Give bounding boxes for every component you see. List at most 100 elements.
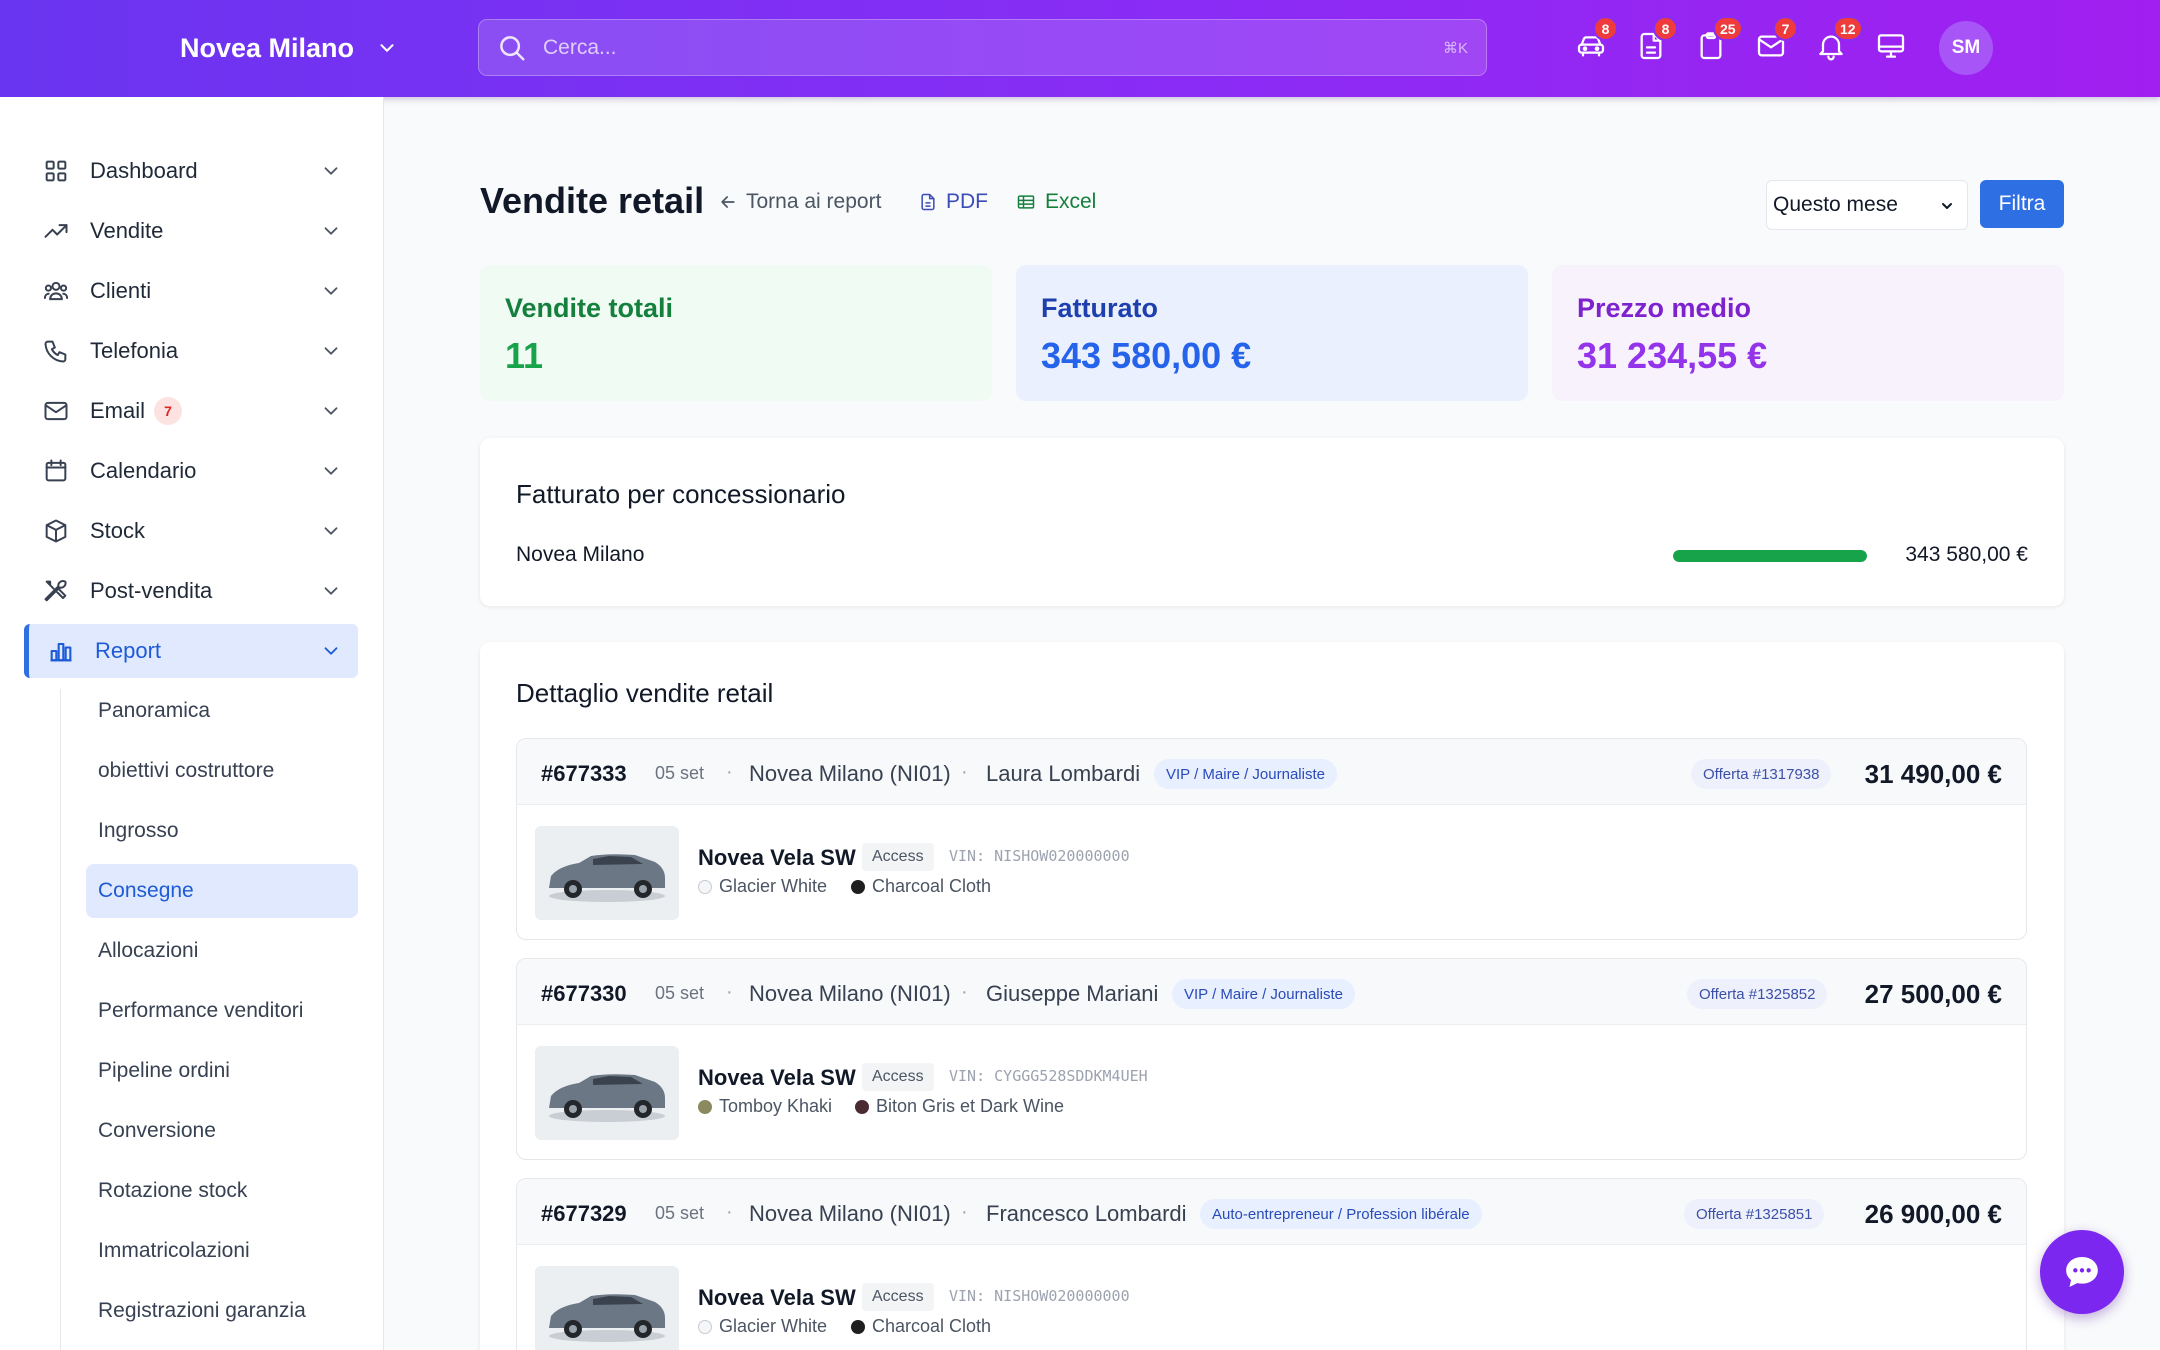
dealer-name: Novea Milano (516, 543, 645, 566)
excel-export-link[interactable]: Excel (1015, 190, 1096, 214)
display-button[interactable] (1875, 30, 1907, 62)
order-price: 31 490,00 € (1864, 759, 2002, 789)
chevron-down-icon (324, 287, 338, 295)
email-count-badge: 7 (154, 397, 182, 425)
stat-label: Fatturato (1041, 293, 1158, 323)
customer-category-tag: VIP / Maire / Journaliste (1154, 759, 1337, 789)
order-card[interactable]: #677330 05 set · Novea Milano (NI01) · G… (516, 958, 2027, 1160)
color-swatch (698, 1099, 712, 1114)
filter-button[interactable]: Filtra (1980, 180, 2064, 228)
subnav-item-rotazione-stock[interactable]: Rotazione stock (86, 1164, 358, 1218)
vehicle-model: Novea Vela SW (698, 1285, 856, 1310)
order-customer[interactable]: Laura Lombardi (986, 761, 1140, 787)
order-dealer: Novea Milano (NI01) (749, 1201, 951, 1226)
exterior-color-label: Glacier White (719, 876, 828, 896)
color-swatch (851, 1319, 865, 1334)
subnav-item-obiettivi-costruttore[interactable]: obiettivi costruttore (86, 744, 358, 798)
interior-color: Charcoal Cloth (851, 876, 991, 897)
search-icon (500, 35, 525, 60)
order-id[interactable]: #677329 (541, 1201, 627, 1227)
sidebar-item-email[interactable]: Email 7 (24, 384, 358, 438)
cars-button[interactable]: 8 (1575, 16, 1618, 62)
back-to-reports-link[interactable]: Torna ai report (718, 190, 881, 214)
monitor-icon (1877, 34, 1905, 58)
separator: · (961, 1201, 968, 1223)
offer-badge[interactable]: Offerta #1325851 (1684, 1199, 1825, 1229)
subnav-item-ingrosso[interactable]: Ingrosso (86, 804, 358, 858)
sidebar-item-stock[interactable]: Stock (24, 504, 358, 558)
subnav-item-panoramica[interactable]: Panoramica (86, 684, 358, 738)
chevron-down-icon (324, 347, 338, 355)
interior-color-label: Charcoal Cloth (872, 876, 992, 896)
color-swatch (851, 879, 865, 894)
subnav-item-consegne[interactable]: Consegne (86, 864, 358, 918)
order-id[interactable]: #677333 (541, 761, 627, 787)
chevron-down-icon (324, 407, 338, 415)
vin-text: VIN: NISHOW020000000 (949, 1287, 1130, 1305)
trim-badge: Access (862, 1283, 934, 1311)
offer-badge[interactable]: Offerta #1317938 (1691, 759, 1832, 789)
documents-button[interactable]: 8 (1635, 16, 1678, 62)
brand-name: Novea Milano (180, 32, 355, 63)
notifications-button[interactable]: 12 (1815, 16, 1863, 62)
subnav-item-performance-venditori[interactable]: Performance venditori (86, 984, 358, 1038)
subnav-item-registrazioni-garanzia[interactable]: Registrazioni garanzia (86, 1284, 358, 1338)
order-card[interactable]: #677329 05 set · Novea Milano (NI01) · F… (516, 1178, 2027, 1350)
dealer-switcher[interactable]: Novea Milano (180, 30, 398, 66)
cars-badge: 8 (1593, 16, 1618, 41)
customer-category-tag: VIP / Maire / Journaliste (1172, 979, 1355, 1009)
vin-text: VIN: CYGGG528SDDKM4UEH (949, 1067, 1148, 1085)
card-title: Fatturato per concessionario (516, 479, 846, 509)
car-image (549, 854, 665, 902)
interior-color-label: Charcoal Cloth (872, 1316, 992, 1336)
chevron-down-icon (324, 467, 338, 475)
separator: · (726, 981, 733, 1003)
file-icon (921, 193, 935, 211)
tasks-button[interactable]: 25 (1695, 16, 1743, 62)
sidebar-item-label: Clienti (90, 278, 152, 303)
trending-up-icon (44, 224, 68, 238)
separator: · (961, 981, 968, 1003)
sidebar-item-telefonia[interactable]: Telefonia (24, 324, 358, 378)
sidebar-item-clienti[interactable]: Clienti (24, 264, 358, 318)
sidebar-item-calendario[interactable]: Calendario (24, 444, 358, 498)
order-id[interactable]: #677330 (541, 981, 627, 1007)
user-avatar[interactable]: SM (1939, 21, 1993, 75)
sidebar-item-report[interactable]: Report (24, 624, 358, 678)
chevron-down-icon (324, 167, 338, 175)
order-card[interactable]: #677333 05 set · Novea Milano (NI01) · L… (516, 738, 2027, 940)
excel-link-label: Excel (1045, 190, 1097, 213)
sidebar-item-vendite[interactable]: Vendite (24, 204, 358, 258)
stat-value: 31 234,55 € (1577, 335, 1768, 376)
offer-badge[interactable]: Offerta #1325852 (1687, 979, 1828, 1009)
pdf-export-link[interactable]: PDF (918, 190, 988, 214)
revenue-progress-bar (1673, 550, 1867, 562)
sidebar-item-post-vendita[interactable]: Post-vendita (24, 564, 358, 618)
chat-button[interactable] (2040, 1230, 2124, 1314)
box-icon (45, 519, 67, 543)
sidebar-item-dashboard[interactable]: Dashboard (24, 144, 358, 198)
subnav-item-conversione[interactable]: Conversione (86, 1104, 358, 1158)
exterior-color: Glacier White (698, 876, 827, 897)
order-customer[interactable]: Giuseppe Mariani (986, 981, 1158, 1007)
color-swatch (855, 1099, 869, 1114)
order-customer[interactable]: Francesco Lombardi (986, 1201, 1187, 1227)
mail-badge: 7 (1773, 16, 1798, 41)
chevron-down-icon (380, 44, 394, 52)
subnav-item-pipeline-ordini[interactable]: Pipeline ordini (86, 1044, 358, 1098)
search-input[interactable]: Cerca... ⌘K (478, 19, 1487, 76)
color-swatch (698, 879, 712, 894)
vehicle-thumbnail (535, 1046, 679, 1140)
spreadsheet-icon (1017, 195, 1035, 209)
period-select[interactable]: Questo mese (1766, 180, 1968, 230)
stat-value: 11 (505, 335, 544, 376)
dealer-amount: 343 580,00 € (1905, 543, 2028, 566)
trim-badge: Access (862, 1063, 934, 1091)
mail-button[interactable]: 7 (1755, 16, 1798, 62)
car-image (549, 1074, 665, 1122)
exterior-color: Glacier White (698, 1316, 827, 1337)
subnav-item-immatricolazioni[interactable]: Immatricolazioni (86, 1224, 358, 1278)
back-link-label: Torna ai report (746, 190, 882, 213)
notifications-badge: 12 (1833, 16, 1863, 41)
subnav-item-allocazioni[interactable]: Allocazioni (86, 924, 358, 978)
